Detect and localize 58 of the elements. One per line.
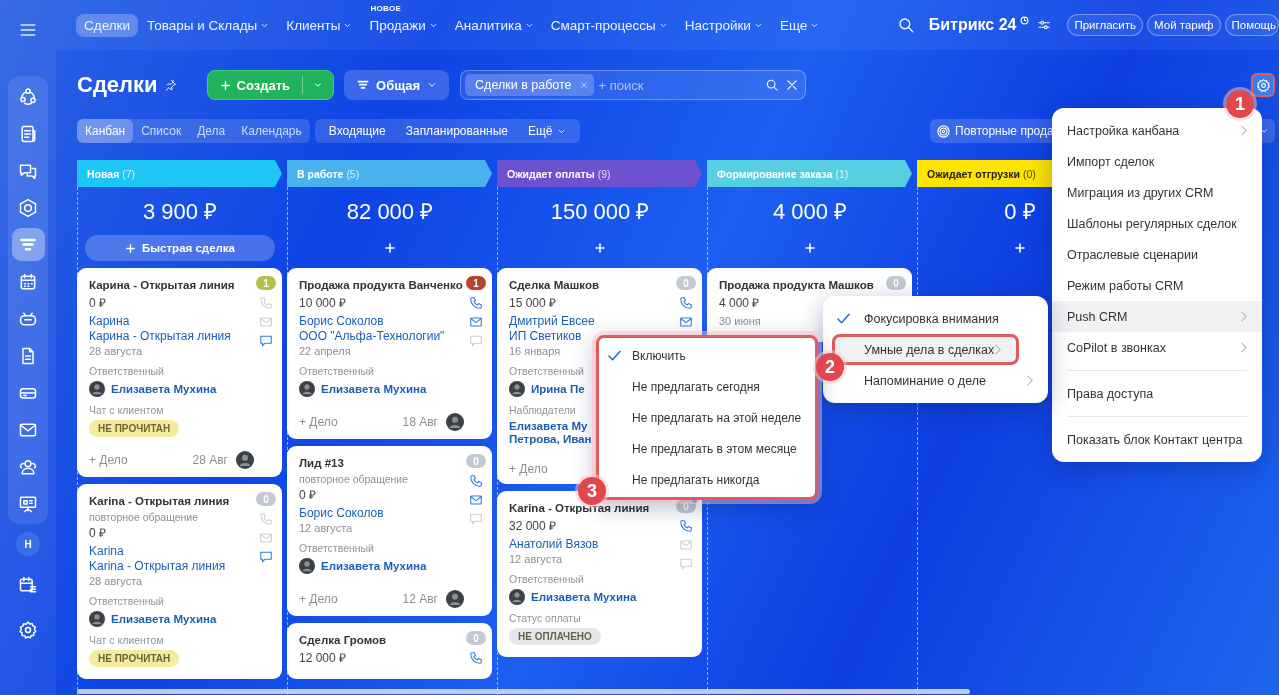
field-label: Чат с клиентом (89, 633, 164, 647)
activity-counter: 1 (256, 276, 276, 290)
card-date: 12 августа (299, 521, 353, 536)
column-count: (9) (597, 167, 611, 180)
field-label: Статус оплаты (509, 611, 581, 625)
card-amount: 10 000 ₽ (299, 295, 347, 311)
status-badge: НЕ ПРОЧИТАН (89, 420, 180, 437)
activity-counter: 0 (466, 454, 486, 468)
column-total: 150 000 ₽ (550, 198, 650, 226)
card-amount: 0 ₽ (89, 525, 106, 541)
activity-counter: 0 (466, 631, 486, 645)
field-label: Чат с клиентом (89, 403, 164, 417)
card-amount: 15 000 ₽ (509, 295, 557, 311)
column-count: (0) (1022, 167, 1036, 180)
activity-counter: 0 (676, 276, 696, 290)
card-amount: 12 000 ₽ (299, 650, 347, 666)
card-date: 22 апреля (299, 344, 351, 359)
activity-date: 18 Авг (402, 415, 438, 429)
column-count: (1) (835, 167, 849, 180)
field-label: Ответственный (89, 364, 164, 378)
card-date: 12 августа (509, 552, 563, 567)
column-total: 82 000 ₽ (346, 198, 434, 226)
card-date: 30 июня (719, 314, 761, 329)
card-amount: 32 000 ₽ (509, 518, 557, 534)
card-date: 28 августа (89, 574, 143, 589)
column-header: В работе (5) (287, 160, 492, 187)
field-label: Ответственный (509, 364, 584, 378)
status-badge: НЕ ПРОЧИТАН (89, 650, 180, 667)
field-label: Ответственный (89, 594, 164, 608)
field-label: Наблюдатели (509, 403, 576, 417)
field-label: Ответственный (299, 364, 374, 378)
logo: Битрикс 24 (928, 16, 1017, 34)
card-subtitle: повторное обращение (299, 473, 409, 485)
column-count: (7) (122, 167, 136, 180)
card-date: 16 января (509, 344, 561, 359)
column-total: 4 000 ₽ (772, 198, 848, 226)
card-amount: 4 000 ₽ (719, 295, 760, 311)
activity-counter: 0 (256, 492, 276, 506)
activity-date: 28 Авг (192, 453, 228, 467)
step-callout-tooltip: 1 (1226, 90, 1254, 118)
card-subtitle: повторное обращение (89, 511, 199, 523)
column-total: 0 ₽ (1004, 198, 1036, 226)
status-badge: НЕ ОПЛАЧЕНО (509, 628, 601, 645)
card-amount: 0 ₽ (89, 295, 106, 311)
activity-date: 12 Авг (402, 592, 438, 606)
activity-counter: 0 (886, 276, 906, 290)
new-label: НОВОЕ (370, 3, 402, 13)
card-amount: 0 ₽ (299, 487, 316, 503)
column-count: (5) (346, 167, 360, 180)
page-title: Сделки (77, 72, 158, 98)
column-header: Формирование заказа (1) (707, 160, 912, 187)
card-date: 28 августа (89, 344, 143, 359)
column-header: Новая (7) (77, 160, 282, 187)
field-label: Ответственный (299, 541, 374, 555)
column-total: 3 900 ₽ (142, 198, 218, 226)
activity-counter: 1 (466, 276, 486, 290)
field-label: Ответственный (509, 572, 584, 586)
column-header: Ожидает оплаты (9) (497, 160, 702, 187)
